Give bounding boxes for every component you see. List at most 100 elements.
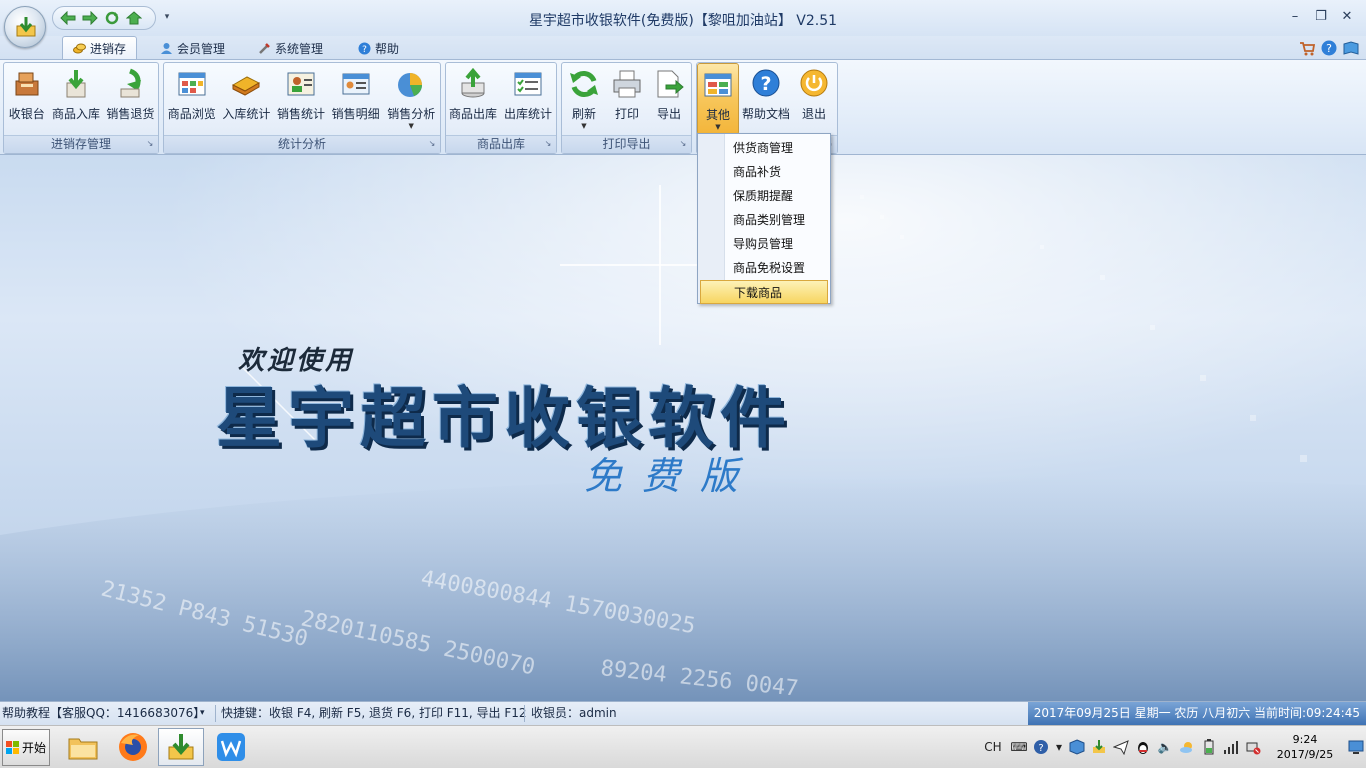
signal-icon[interactable] <box>1220 736 1242 758</box>
menu-item-restock[interactable]: 商品补货 <box>698 160 830 184</box>
help-circle-icon[interactable]: ? <box>1320 39 1338 57</box>
export-document-icon <box>657 70 684 98</box>
qat-customize-icon[interactable]: ▾ <box>162 12 172 22</box>
network-disconnected-icon[interactable] <box>1242 736 1264 758</box>
help-docs-button[interactable]: ? 帮助文档 <box>739 63 793 135</box>
refresh-icon[interactable] <box>103 9 121 27</box>
input-language[interactable]: CH <box>978 736 1008 758</box>
minimize-button[interactable]: – <box>1282 8 1308 28</box>
group-caption: 商品出库 ↘ <box>446 135 556 153</box>
menu-item-suppliers[interactable]: 供货商管理 <box>698 136 830 160</box>
virtualbox-icon[interactable] <box>1066 736 1088 758</box>
books-icon <box>232 76 261 96</box>
checklist-icon <box>514 72 542 96</box>
dialog-launcher-icon[interactable]: ↘ <box>679 140 687 148</box>
shortcut-keys: 快捷键：收银 F4, 刷新 F5, 退货 F6, 打印 F11, 导出 F12 <box>221 706 527 720</box>
sales-return-button[interactable]: 销售退货 <box>103 63 158 135</box>
back-arrow-icon[interactable] <box>59 9 77 27</box>
product-browse-button[interactable]: 商品浏览 <box>164 63 220 135</box>
svg-text:?: ? <box>1038 743 1043 754</box>
product-browse-label: 商品浏览 <box>167 107 216 121</box>
stock-in-stats-button[interactable]: 入库统计 <box>220 63 274 135</box>
export-button[interactable]: 导出 <box>648 63 690 135</box>
clock-date: 2017/9/25 <box>1276 748 1334 761</box>
help-docs-label: 帮助文档 <box>741 107 790 121</box>
keyboard-icon[interactable]: ⌨ <box>1008 736 1030 758</box>
stock-out-button[interactable]: 商品出库 <box>446 63 500 135</box>
taskbar-firefox[interactable] <box>110 728 156 766</box>
tab-help[interactable]: ? 帮助 <box>348 36 409 60</box>
weather-icon[interactable] <box>1176 736 1198 758</box>
sales-analysis-label: 销售分析 <box>387 107 436 121</box>
firefox-icon <box>119 733 147 761</box>
coins-icon <box>73 43 86 54</box>
print-button[interactable]: 打印 <box>606 63 648 135</box>
datetime-display: 2017年09月25日 星期一 农历 八月初六 当前时间:09:24:45 <box>1027 702 1366 725</box>
taskbar-cashier-app[interactable] <box>158 728 204 766</box>
menu-item-expiry-reminder[interactable]: 保质期提醒 <box>698 184 830 208</box>
stock-in-stats-label: 入库统计 <box>222 107 271 121</box>
group-caption: 进销存管理 ↘ <box>4 135 158 153</box>
menu-item-tax-exemption[interactable]: 商品免税设置 <box>698 256 830 280</box>
help-icon: ? <box>358 42 371 55</box>
refresh-button[interactable]: 刷新 ▼ <box>562 63 606 135</box>
windows-logo-icon <box>5 740 19 754</box>
menu-item-guide-management[interactable]: 导购员管理 <box>698 232 830 256</box>
ribbon-tabs: 进销存 会员管理 系统管理 ? 帮助 ? <box>0 36 1366 60</box>
tab-label: 会员管理 <box>177 41 226 56</box>
close-button[interactable]: ✕ <box>1334 8 1360 28</box>
dialog-launcher-icon[interactable]: ↘ <box>146 140 154 148</box>
svg-text:?: ? <box>760 73 771 95</box>
tab-inventory[interactable]: 进销存 <box>62 36 138 60</box>
taskbar-wps[interactable] <box>208 728 254 766</box>
svg-text:?: ? <box>1326 42 1332 55</box>
exit-button[interactable]: 退出 <box>793 63 835 135</box>
send-icon[interactable] <box>1110 736 1132 758</box>
dialog-launcher-icon[interactable]: ↘ <box>544 140 552 148</box>
stock-out-stats-button[interactable]: 出库统计 <box>500 63 556 135</box>
members-icon <box>161 42 172 54</box>
tab-system[interactable]: 系统管理 <box>248 36 333 60</box>
start-button[interactable]: 开始 <box>2 729 50 766</box>
menu-item-category-management[interactable]: 商品类别管理 <box>698 208 830 232</box>
help-dropdown-icon[interactable]: ▾ <box>200 702 205 725</box>
app-menu-button[interactable] <box>4 6 46 48</box>
group-statistics: 商品浏览 入库统计 销售统计 销售明细 销售分析 ▼ 统计分析 ↘ <box>163 62 441 154</box>
volume-icon[interactable]: 🔈 <box>1154 736 1176 758</box>
cashier-button[interactable]: 收银台 <box>4 63 49 135</box>
qq-penguin-icon[interactable] <box>1132 736 1154 758</box>
edition-text: 免费版 <box>584 454 759 498</box>
sales-analysis-button[interactable]: 销售分析 ▼ <box>382 63 440 135</box>
cart-icon[interactable] <box>1298 39 1316 57</box>
window-grid-icon <box>704 73 732 97</box>
dialog-launcher-icon[interactable]: ↘ <box>428 140 436 148</box>
taskbar-file-explorer[interactable] <box>60 728 106 766</box>
show-desktop-icon[interactable] <box>1346 736 1366 758</box>
stock-in-label: 商品入库 <box>52 107 101 121</box>
menu-item-download-products[interactable]: 下载商品 <box>700 280 828 304</box>
forward-arrow-icon[interactable] <box>81 9 99 27</box>
tab-label: 系统管理 <box>275 41 324 56</box>
stock-in-button[interactable]: 商品入库 <box>49 63 102 135</box>
group-stock-out: 商品出库 出库统计 商品出库 ↘ <box>445 62 557 154</box>
group-inventory-management: 收银台 商品入库 销售退货 进销存管理 ↘ <box>3 62 159 154</box>
restore-button[interactable]: ❐ <box>1308 8 1334 28</box>
group-caption-text: 商品出库 <box>476 137 525 151</box>
folder-icon <box>68 738 98 760</box>
exit-label: 退出 <box>801 107 826 121</box>
app-tray-icon[interactable] <box>1088 736 1110 758</box>
other-button[interactable]: 其他 ▼ <box>697 63 739 135</box>
clock-time: 9:24 <box>1292 733 1318 746</box>
other-label: 其他 <box>705 108 730 122</box>
home-icon[interactable] <box>125 9 143 27</box>
book-icon[interactable] <box>1342 39 1360 57</box>
dropdown-arrow-icon: ▼ <box>715 123 721 131</box>
help-icon[interactable]: ? <box>1030 736 1052 758</box>
sales-stats-button[interactable]: 销售统计 <box>273 63 329 135</box>
sales-detail-button[interactable]: 销售明细 <box>329 63 383 135</box>
battery-icon[interactable] <box>1198 736 1220 758</box>
help-tutorial-link[interactable]: 帮助教程【客服QQ：1416683076】 <box>2 702 205 725</box>
tab-members[interactable]: 会员管理 <box>150 36 235 60</box>
tray-options-icon[interactable]: ▾ <box>1052 736 1066 758</box>
clock[interactable]: 9:24 2017/9/25 <box>1264 732 1346 762</box>
